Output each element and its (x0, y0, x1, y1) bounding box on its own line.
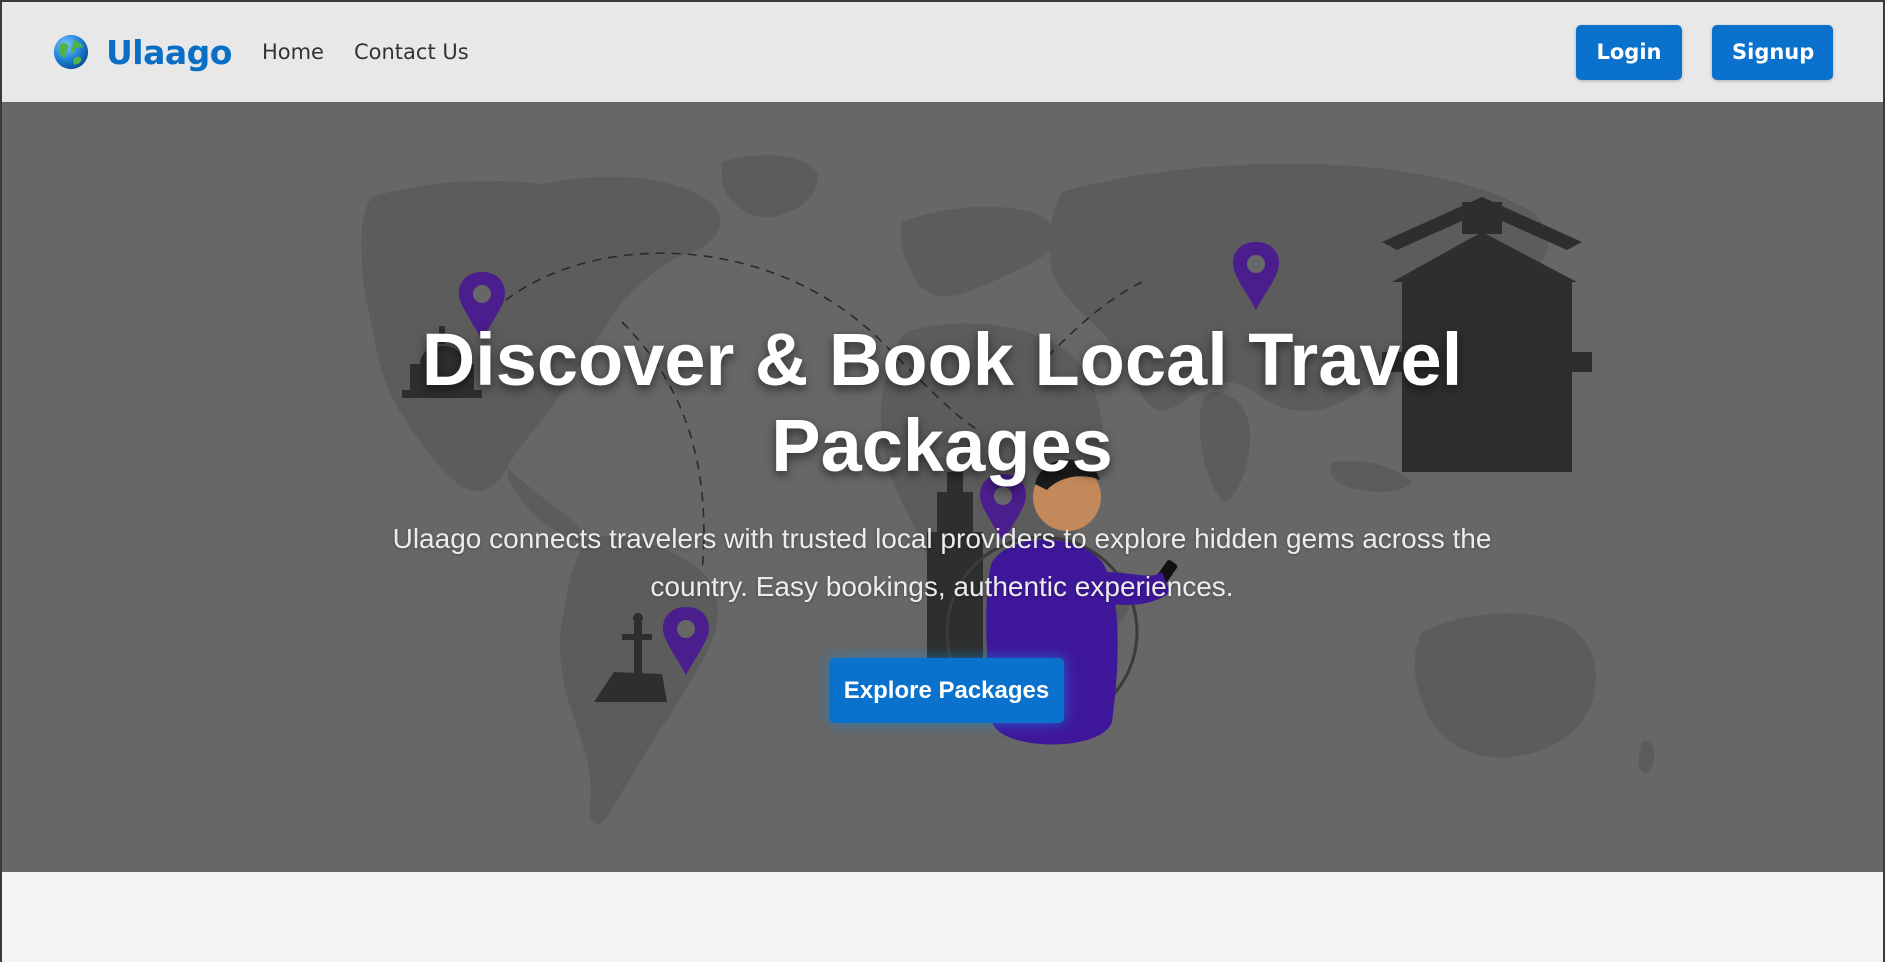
signup-button[interactable]: Signup (1712, 24, 1833, 80)
auth-buttons: Login Signup (1576, 24, 1833, 80)
hero-section: Discover & Book Local Travel Packages Ul… (2, 102, 1883, 872)
nav-link-home[interactable]: Home (262, 40, 324, 64)
nav-links: Home Contact Us (262, 40, 499, 64)
page-body-background (2, 872, 1883, 962)
hero-subtitle: Ulaago connects travelers with trusted l… (392, 523, 1492, 602)
hero-content: Discover & Book Local Travel Packages Ul… (2, 102, 1883, 872)
explore-packages-button[interactable]: Explore Packages (829, 658, 1064, 723)
brand-name: Ulaago (106, 32, 232, 72)
brand-logo[interactable]: Ulaago (52, 33, 232, 72)
navbar: Ulaago Home Contact Us Login Signup (2, 2, 1883, 102)
login-button[interactable]: Login (1576, 24, 1682, 80)
globe-icon (53, 34, 89, 70)
hero-title: Discover & Book Local Travel Packages (421, 318, 1463, 487)
nav-link-contact[interactable]: Contact Us (354, 40, 469, 64)
